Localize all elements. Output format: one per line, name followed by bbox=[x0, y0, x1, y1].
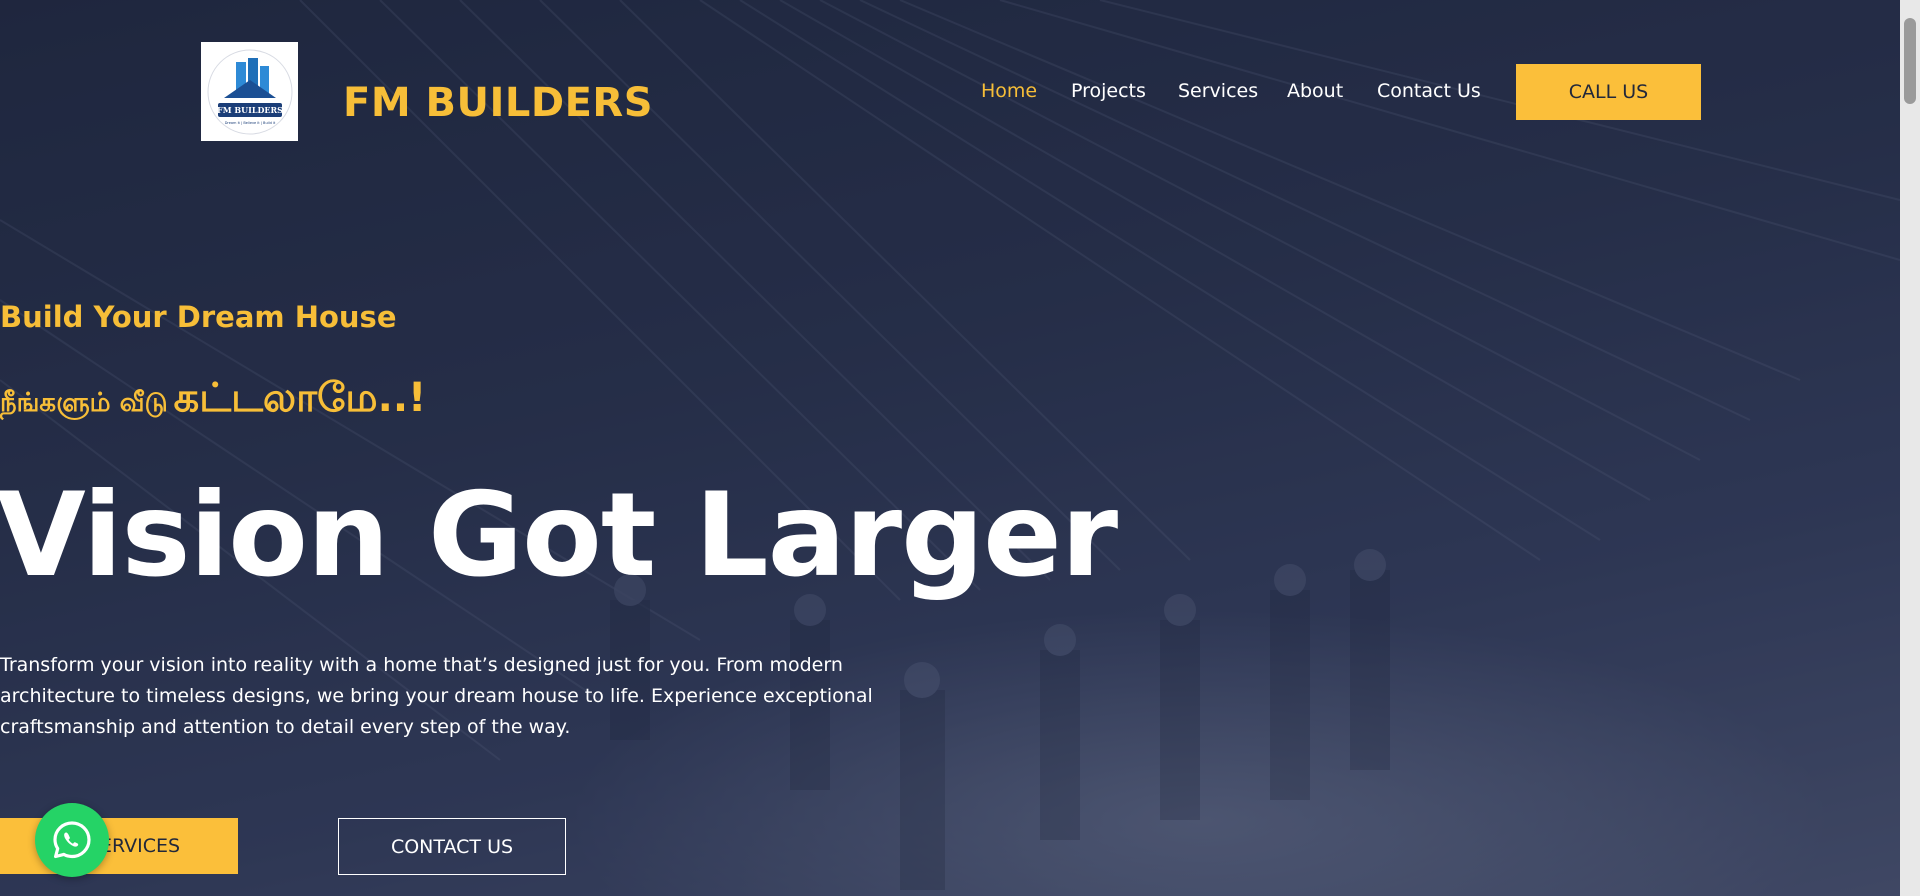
building-logo-icon: FM BUILDERS Dream it | Believe it | Buil… bbox=[207, 49, 292, 134]
nav-projects[interactable]: Projects bbox=[1071, 80, 1146, 102]
logo[interactable]: FM BUILDERS Dream it | Believe it | Buil… bbox=[201, 42, 298, 141]
hero-description: Transform your vision into reality with … bbox=[0, 654, 873, 738]
call-us-button[interactable]: CALL US bbox=[1516, 64, 1701, 120]
hero-tamil-tagline: நீங்களும் வீடு கட்டலாமே..! bbox=[0, 375, 426, 426]
nav-about[interactable]: About bbox=[1287, 80, 1343, 102]
whatsapp-icon bbox=[53, 821, 91, 859]
hero-headline: Vision Got Larger bbox=[0, 468, 1118, 603]
tamil-part-1: நீங்களும் வீடு bbox=[0, 388, 168, 418]
contact-us-button[interactable]: CONTACT US bbox=[338, 818, 566, 875]
brand-name[interactable]: FM BUILDERS bbox=[343, 80, 653, 126]
tamil-part-2: கட்டலாமே..! bbox=[173, 375, 427, 421]
hero-eyebrow: Build Your Dream House bbox=[0, 300, 397, 334]
whatsapp-chat-button[interactable] bbox=[35, 803, 109, 877]
nav-services[interactable]: Services bbox=[1178, 80, 1258, 102]
nav-home[interactable]: Home bbox=[981, 80, 1037, 102]
page-scrollbar[interactable] bbox=[1900, 0, 1920, 896]
logo-tagline: Dream it | Believe it | Build it bbox=[224, 121, 275, 125]
logo-text: FM BUILDERS bbox=[217, 105, 283, 115]
nav-contact-us[interactable]: Contact Us bbox=[1377, 80, 1481, 102]
scrollbar-thumb[interactable] bbox=[1904, 18, 1916, 104]
